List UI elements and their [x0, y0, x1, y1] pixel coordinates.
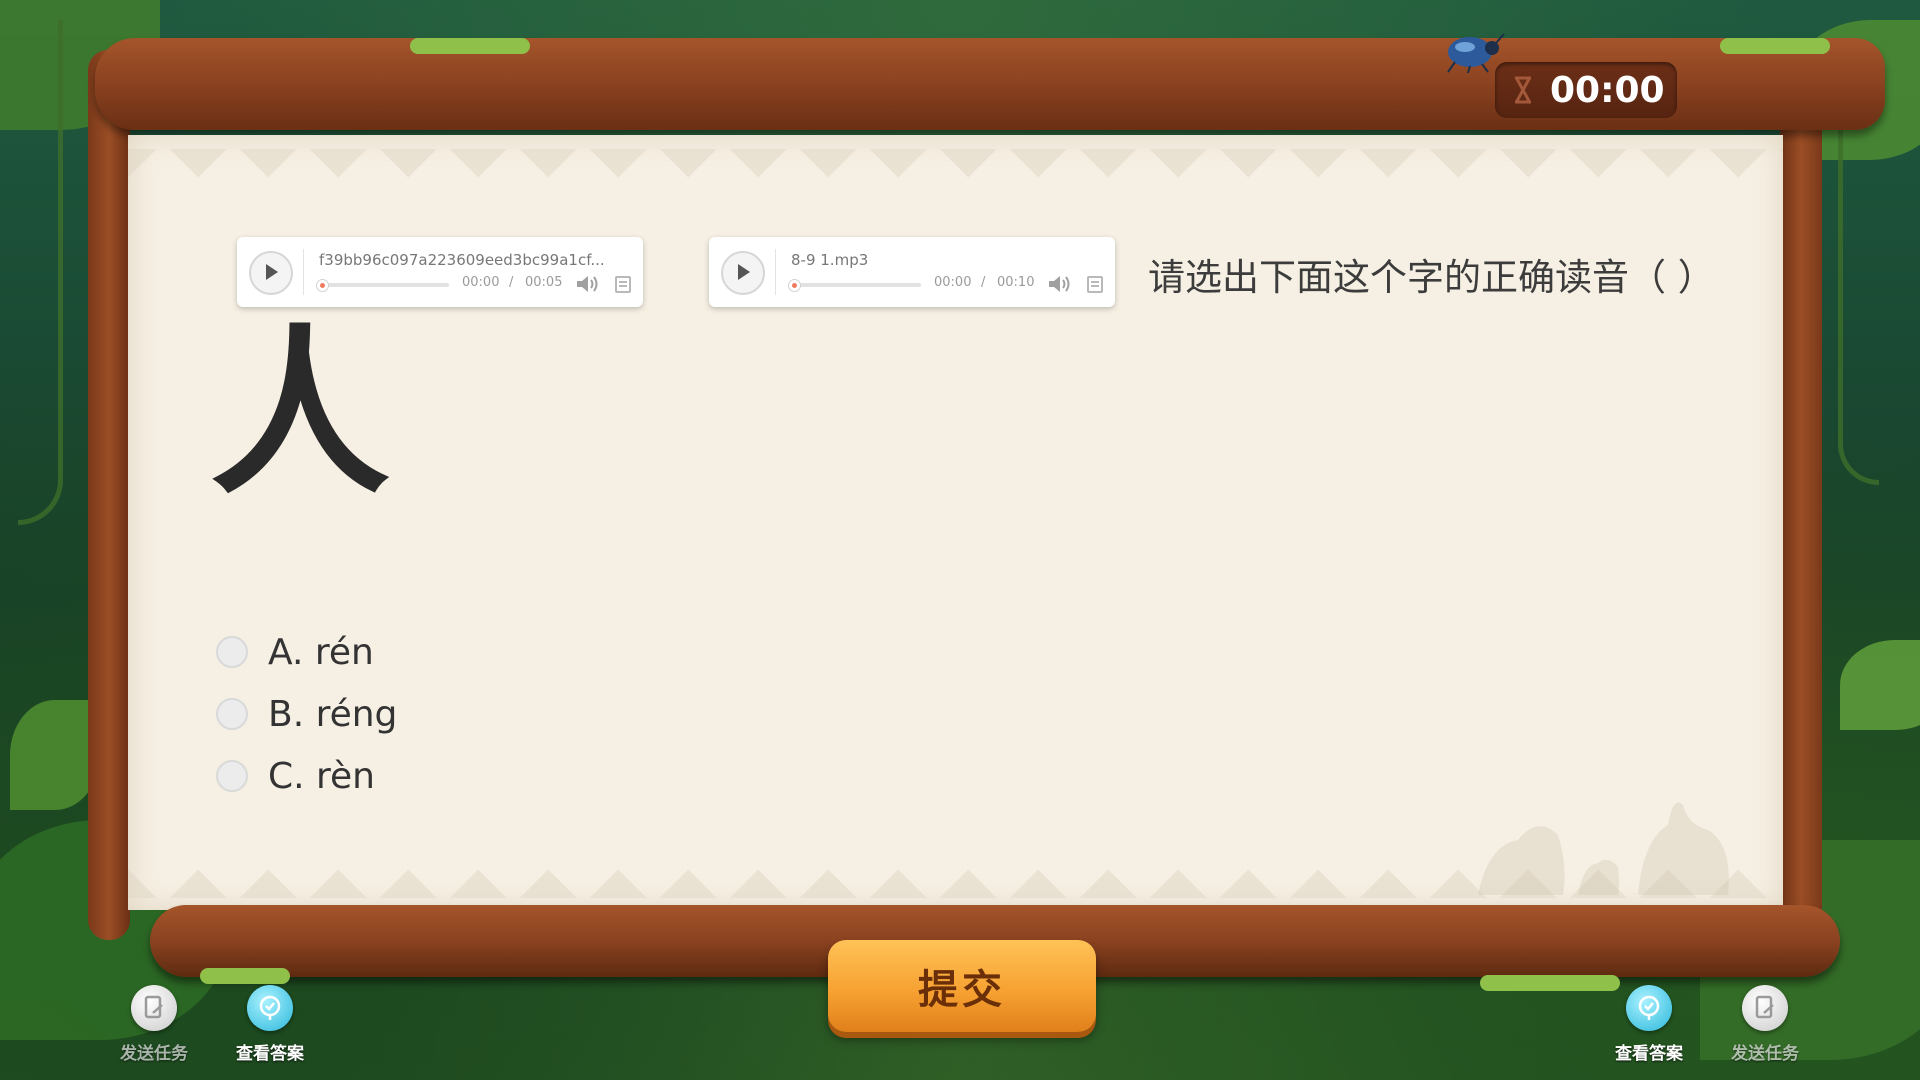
divider — [303, 249, 304, 295]
send-task-button-right[interactable]: 发送任务 — [1720, 985, 1810, 1064]
tool-label: 发送任务 — [120, 1044, 188, 1064]
playlist-icon[interactable] — [615, 276, 631, 293]
send-task-icon — [1742, 985, 1788, 1031]
view-answer-icon — [247, 985, 293, 1031]
pattern-border-top — [128, 149, 1783, 193]
view-answer-button-right[interactable]: 查看答案 — [1604, 985, 1694, 1064]
audio-time-separator: / — [509, 275, 514, 290]
audio-player-1: f39bb96c097a223609eed3bc99a1cf... 00:00 … — [237, 237, 643, 307]
question-panel: f39bb96c097a223609eed3bc99a1cf... 00:00 … — [128, 135, 1783, 910]
leaf-decoration — [1840, 640, 1920, 730]
audio-player-2: 8-9 1.mp3 00:00 / 00:10 — [709, 237, 1115, 307]
radio-button[interactable] — [216, 636, 248, 668]
moss-decoration — [200, 968, 290, 984]
tool-label: 查看答案 — [1615, 1044, 1683, 1064]
progress-handle[interactable] — [788, 279, 801, 292]
option-label: C. rèn — [268, 755, 375, 797]
playlist-icon[interactable] — [1087, 276, 1103, 293]
radio-button[interactable] — [216, 760, 248, 792]
play-button[interactable] — [721, 251, 765, 295]
audio-duration: 00:10 — [997, 275, 1035, 290]
option-a[interactable]: A. rén — [216, 627, 374, 677]
audio-filename: f39bb96c097a223609eed3bc99a1cf... — [319, 251, 605, 269]
audio-duration: 00:05 — [525, 275, 563, 290]
tool-label: 发送任务 — [1731, 1044, 1799, 1064]
wooden-frame-right — [1780, 50, 1822, 940]
option-c[interactable]: C. rèn — [216, 751, 375, 801]
volume-icon[interactable] — [1047, 275, 1071, 293]
moss-decoration — [410, 38, 530, 54]
audio-progress-bar[interactable] — [316, 279, 449, 292]
leaf-decoration — [10, 700, 100, 810]
countdown-timer: 00:00 — [1495, 62, 1677, 118]
submit-label: 提交 — [918, 967, 1006, 1013]
volume-icon[interactable] — [575, 275, 599, 293]
view-answer-button-left[interactable]: 查看答案 — [225, 985, 315, 1064]
audio-progress-bar[interactable] — [788, 279, 921, 292]
tool-label: 查看答案 — [236, 1044, 304, 1064]
wooden-frame-left — [88, 50, 130, 940]
option-label: B. réng — [268, 693, 398, 735]
vine-decoration — [18, 20, 63, 525]
submit-button[interactable]: 提交 — [828, 940, 1096, 1032]
hourglass-icon — [1511, 76, 1535, 104]
radio-button[interactable] — [216, 698, 248, 730]
divider — [775, 249, 776, 295]
moss-decoration — [1720, 38, 1830, 54]
moss-decoration — [1480, 975, 1620, 991]
audio-filename: 8-9 1.mp3 — [791, 251, 869, 269]
play-button[interactable] — [249, 251, 293, 295]
view-answer-icon — [1626, 985, 1672, 1031]
question-character: 人 — [210, 310, 391, 519]
animal-silhouette-decoration — [1468, 785, 1738, 895]
option-b[interactable]: B. réng — [216, 689, 397, 739]
send-task-button-left[interactable]: 发送任务 — [109, 985, 199, 1064]
option-label: A. rén — [268, 631, 374, 673]
audio-time-separator: / — [981, 275, 986, 290]
audio-current-time: 00:00 — [934, 275, 972, 290]
timer-value: 00:00 — [1550, 70, 1665, 111]
audio-current-time: 00:00 — [462, 275, 500, 290]
progress-handle[interactable] — [316, 279, 329, 292]
question-text: 请选出下面这个字的正确读音（ ） — [1148, 256, 1715, 299]
send-task-icon — [131, 985, 177, 1031]
